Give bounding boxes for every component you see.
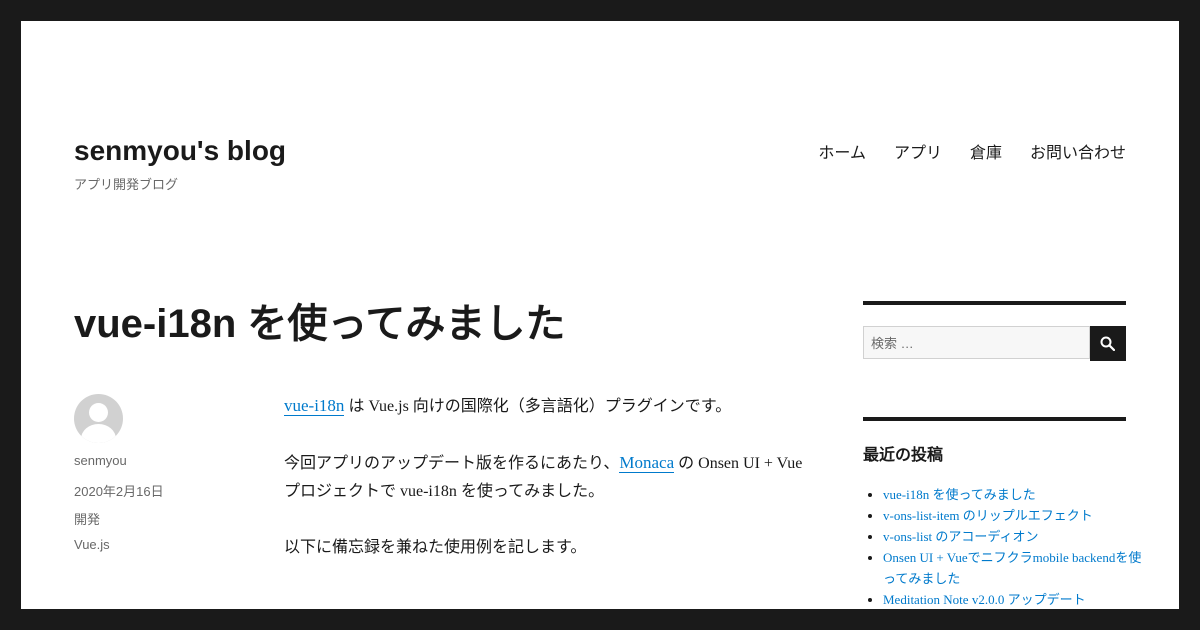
post-tag[interactable]: Vue.js <box>74 537 110 552</box>
nav-item-apps[interactable]: アプリ <box>894 144 942 163</box>
post-content: vue-i18n は Vue.js 向けの国際化（多言語化）プラグインです。 今… <box>284 392 804 590</box>
site-description: アプリ開発ブログ <box>74 177 179 192</box>
sidebar-divider <box>863 417 1126 421</box>
recent-post-link[interactable]: v-ons-list のアコーディオン <box>883 529 1038 544</box>
paragraph-1: vue-i18n は Vue.js 向けの国際化（多言語化）プラグインです。 <box>284 392 804 421</box>
monaca-link[interactable]: Monaca <box>619 453 675 473</box>
paragraph-3: 以下に備忘録を兼ねた使用例を記します。 <box>284 539 587 556</box>
paragraph-2: 今回アプリのアップデート版を作るにあたり、Monaca の Onsen UI +… <box>284 449 804 506</box>
post-author[interactable]: senmyou <box>74 453 127 468</box>
post-title: vue-i18n を使ってみました <box>74 302 566 346</box>
recent-post-link[interactable]: Onsen UI + Vueでニフクラmobile backendを使ってみまし… <box>883 550 1141 586</box>
main-navigation: ホーム アプリ 倉庫 お問い合わせ <box>818 144 1126 163</box>
list-item: Onsen UI + Vueでニフクラmobile backendを使ってみまし… <box>883 547 1153 589</box>
list-item: v-ons-list のアコーディオン <box>883 526 1153 547</box>
list-item: Meditation Note v2.0.0 アップデート <box>883 589 1153 609</box>
nav-item-home[interactable]: ホーム <box>818 144 866 163</box>
site-title[interactable]: senmyou's blog <box>74 134 286 168</box>
post-category[interactable]: 開発 <box>74 509 100 528</box>
vue-i18n-link[interactable]: vue-i18n <box>284 396 345 416</box>
page: senmyou's blog アプリ開発ブログ ホーム アプリ 倉庫 お問い合わ… <box>21 21 1179 609</box>
search-icon <box>1100 336 1115 351</box>
post-date[interactable]: 2020年2月16日 <box>74 481 164 500</box>
recent-post-link[interactable]: Meditation Note v2.0.0 アップデート <box>883 592 1086 607</box>
search-input[interactable]: 検索 … <box>863 326 1090 359</box>
recent-post-link[interactable]: v-ons-list-item のリップルエフェクト <box>883 508 1093 523</box>
nav-item-contact[interactable]: お問い合わせ <box>1030 144 1126 163</box>
nav-item-storage[interactable]: 倉庫 <box>970 144 1002 163</box>
author-avatar <box>74 394 123 443</box>
paragraph-2-prefix: 今回アプリのアップデート版を作るにあたり、 <box>284 455 620 472</box>
sidebar-divider <box>863 301 1126 305</box>
search-button[interactable] <box>1090 326 1126 361</box>
recent-post-link[interactable]: vue-i18n を使ってみました <box>883 487 1036 502</box>
recent-posts-title: 最近の投稿 <box>863 447 944 464</box>
recent-posts-list: vue-i18n を使ってみました v-ons-list-item のリップルエ… <box>863 484 1153 609</box>
list-item: vue-i18n を使ってみました <box>883 484 1153 505</box>
list-item: v-ons-list-item のリップルエフェクト <box>883 505 1153 526</box>
paragraph-1-text: は Vue.js 向けの国際化（多言語化）プラグインです。 <box>344 398 732 415</box>
